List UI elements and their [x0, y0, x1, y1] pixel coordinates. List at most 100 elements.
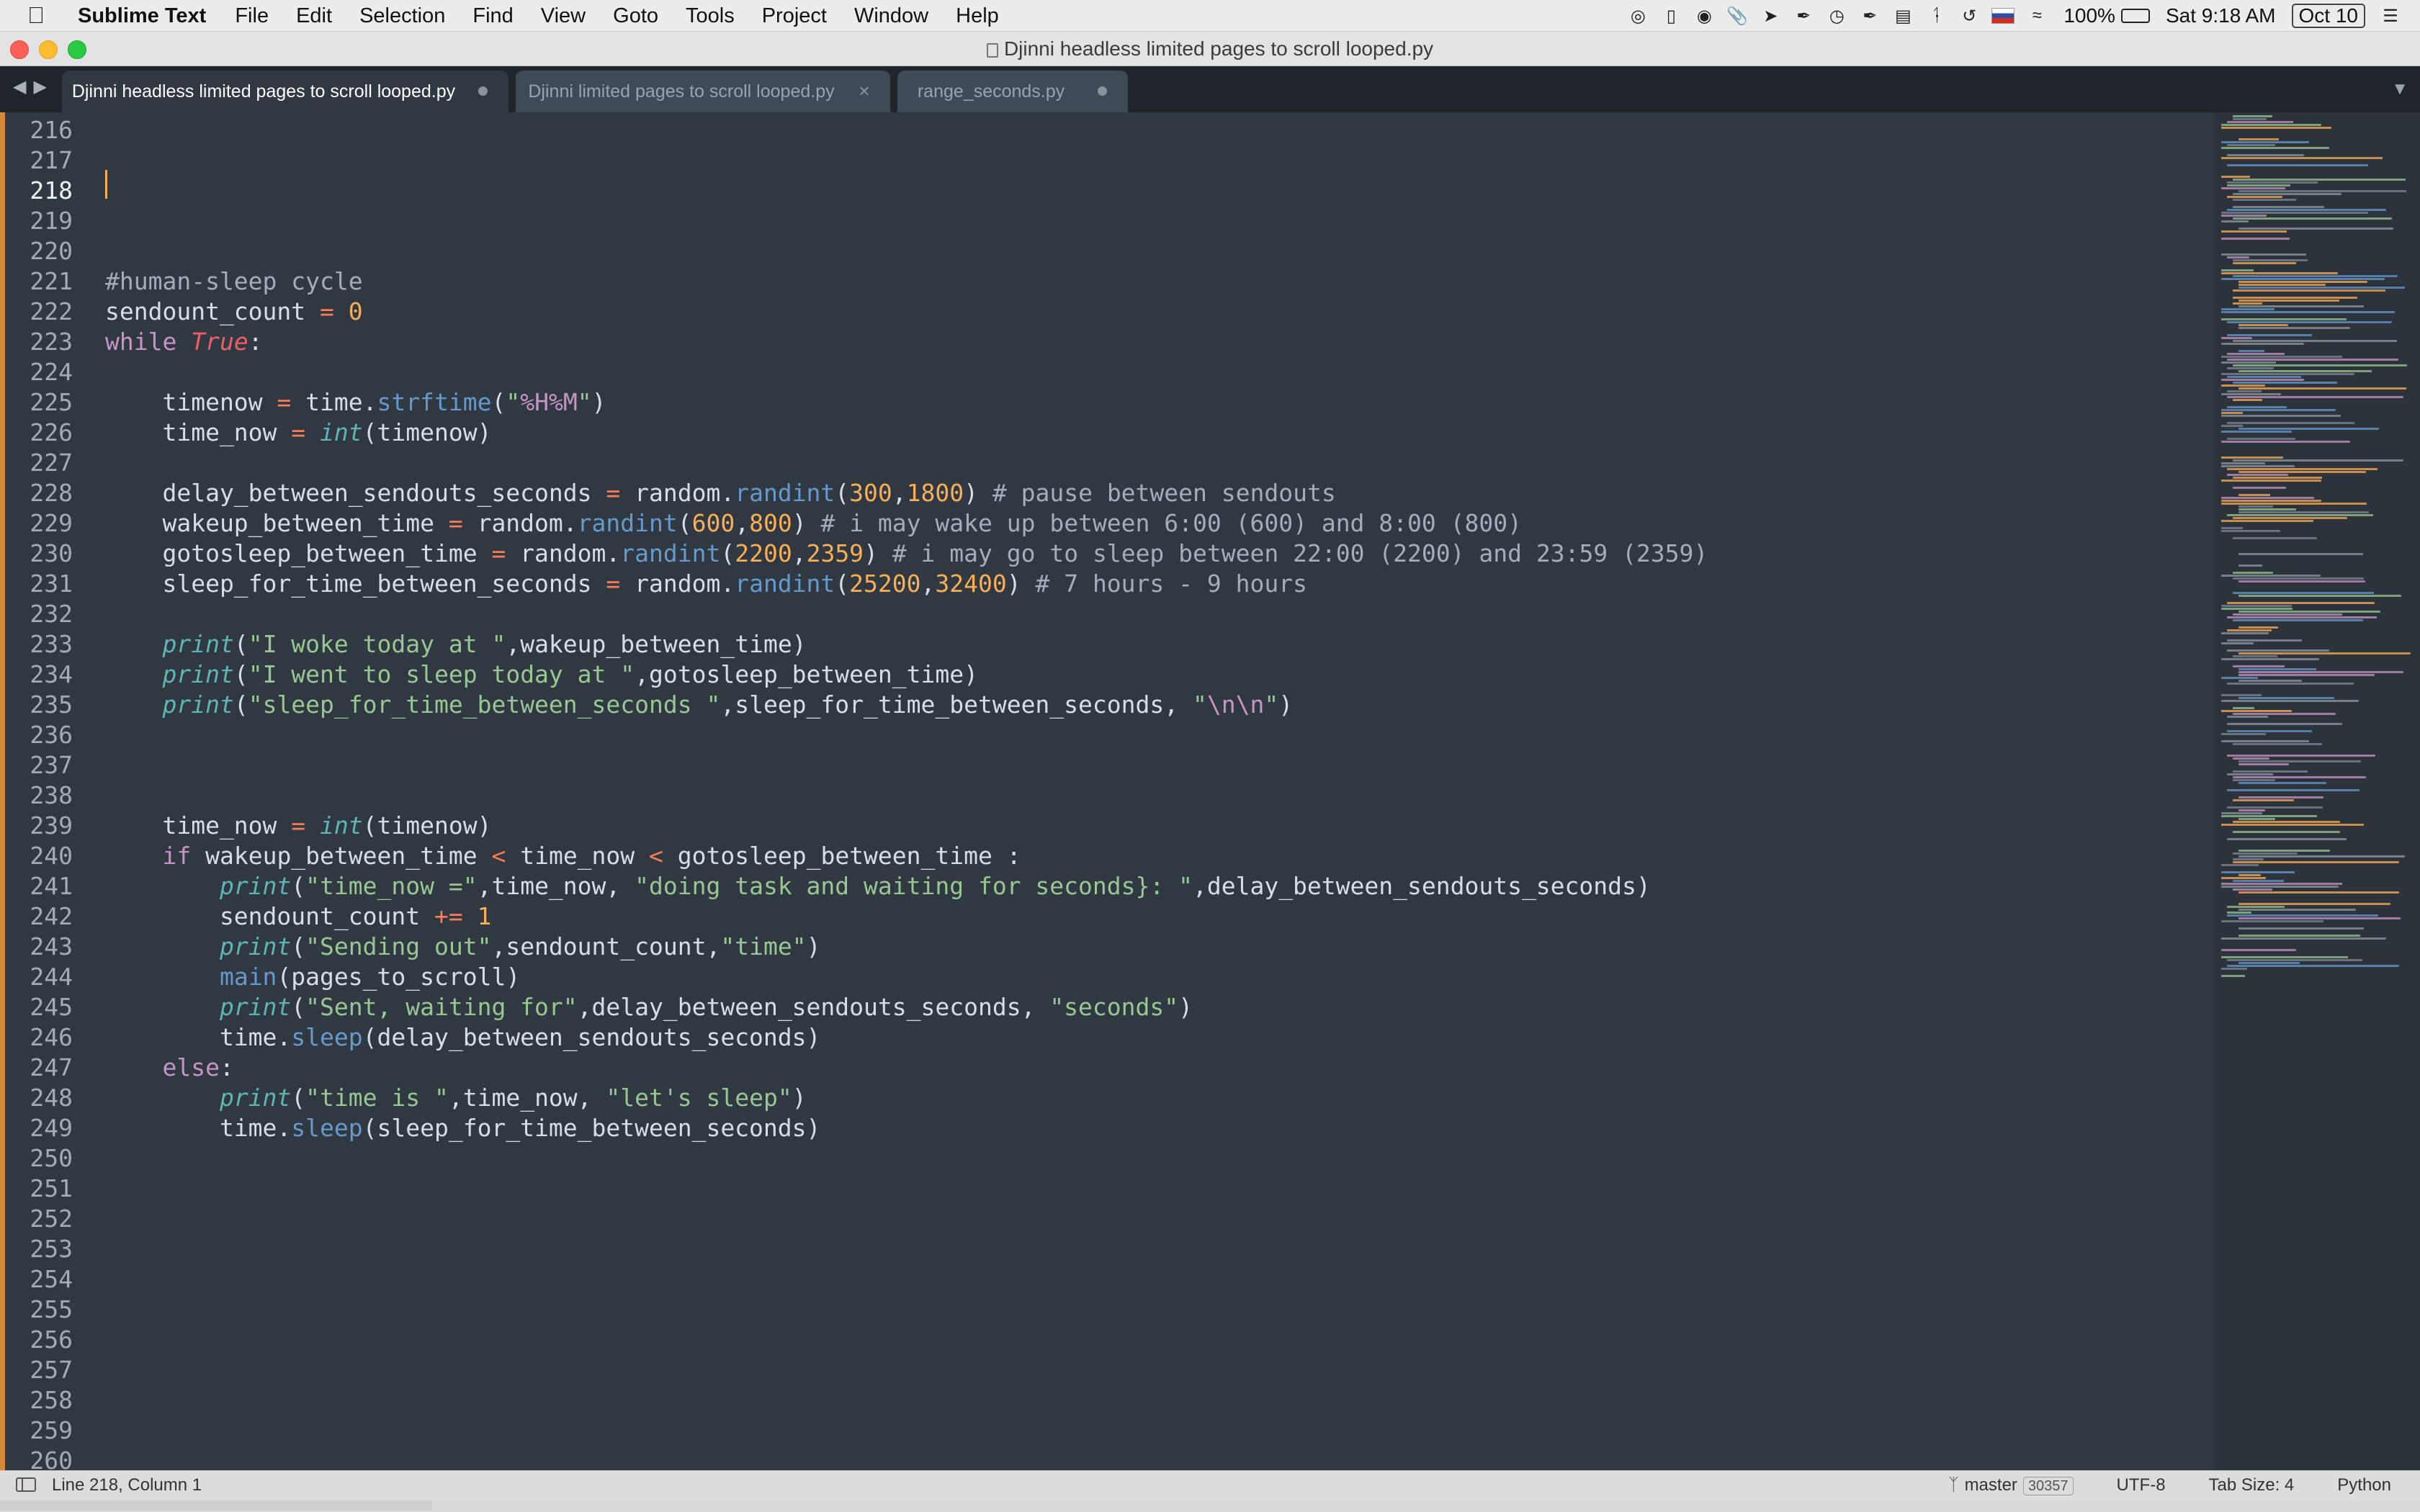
line-number[interactable]: 218 [5, 176, 73, 206]
line-number[interactable]: 236 [5, 720, 73, 750]
line-number[interactable]: 242 [5, 901, 73, 932]
menu-help[interactable]: Help [956, 4, 999, 28]
line-number[interactable]: 249 [5, 1113, 73, 1143]
code-area[interactable]: #human-sleep cycle sendount_count = 0 whil… [105, 112, 2194, 1470]
line-number[interactable]: 222 [5, 297, 73, 327]
line-number[interactable]: 228 [5, 478, 73, 508]
minimap[interactable] [2215, 112, 2420, 1470]
apple-logo-icon[interactable]:  [27, 2, 45, 29]
code-line[interactable]: if wakeup_between_time < time_now < goto… [105, 841, 1021, 871]
menu-tools[interactable]: Tools [686, 4, 735, 28]
menu-app-name[interactable]: Sublime Text [78, 4, 206, 28]
code-editor[interactable]: 216 217 218 219 220 221 222 223 224 225 226 227 228 2… [0, 112, 2420, 1470]
line-number[interactable]: 260 [5, 1446, 73, 1470]
line-number[interactable]: 234 [5, 660, 73, 690]
panel-toggle-icon[interactable] [16, 1477, 36, 1492]
line-number[interactable]: 239 [5, 811, 73, 841]
line-number[interactable]: 219 [5, 206, 73, 236]
line-number[interactable]: 254 [5, 1264, 73, 1295]
line-number[interactable]: 251 [5, 1174, 73, 1204]
code-line[interactable]: print("time is ",time_now, "let's sleep"… [105, 1083, 807, 1113]
line-number[interactable]: 235 [5, 690, 73, 720]
line-number[interactable]: 246 [5, 1022, 73, 1053]
line-number[interactable]: 221 [5, 266, 73, 297]
tab-djinni-headless[interactable]: Djinni headless limited pages to scroll … [62, 71, 508, 112]
line-number[interactable]: 244 [5, 962, 73, 992]
tab-nav-arrows-icon[interactable]: ◀▶ [13, 76, 54, 97]
flag-icon[interactable] [1991, 8, 2015, 24]
menu-view[interactable]: View [541, 4, 586, 28]
code-line[interactable]: sendount_count += 1 [105, 901, 492, 932]
clock-icon[interactable]: ◷ [1826, 5, 1847, 27]
code-line[interactable]: time.sleep(sleep_for_time_between_second… [105, 1113, 820, 1143]
code-line[interactable]: else: [105, 1053, 233, 1083]
code-line[interactable]: sleep_for_time_between_seconds = random.… [105, 569, 1307, 599]
menu-file[interactable]: File [235, 4, 269, 28]
menu-project[interactable]: Project [762, 4, 827, 28]
line-number[interactable]: 224 [5, 357, 73, 387]
menu-goto[interactable]: Goto [613, 4, 658, 28]
code-line[interactable]: print("Sending out",sendount_count,"time… [105, 932, 820, 962]
code-line[interactable]: print("time_now =",time_now, "doing task… [105, 871, 1651, 901]
bluetooth-icon[interactable]: ᛑ [1925, 5, 1947, 27]
code-line[interactable]: while True: [105, 327, 263, 357]
code-line[interactable]: time_now = int(timenow) [105, 418, 491, 448]
menu-edit[interactable]: Edit [296, 4, 332, 28]
pen-alt-icon[interactable]: ✒ [1859, 5, 1881, 27]
time-machine-icon[interactable]: ↺ [1958, 5, 1980, 27]
line-number[interactable]: 245 [5, 992, 73, 1022]
menu-selection[interactable]: Selection [359, 4, 445, 28]
line-number[interactable]: 237 [5, 750, 73, 780]
line-number[interactable]: 231 [5, 569, 73, 599]
code-line[interactable]: print("I went to sleep today at ",gotosl… [105, 660, 977, 690]
syntax-mode[interactable]: Python [2337, 1475, 2391, 1495]
tab-range-seconds[interactable]: range_seconds.py [897, 71, 1128, 112]
cursor-position[interactable]: Line 218, Column 1 [52, 1471, 202, 1500]
tab-size[interactable]: Tab Size: 4 [2209, 1475, 2295, 1495]
line-number[interactable]: 238 [5, 780, 73, 811]
scrollbar-thumb[interactable] [0, 1500, 432, 1511]
pen-icon[interactable]: ✒ [1793, 5, 1814, 27]
line-number[interactable]: 240 [5, 841, 73, 871]
line-number[interactable]: 256 [5, 1325, 73, 1355]
encoding[interactable]: UTF-8 [2117, 1475, 2166, 1495]
battery-icon[interactable] [2120, 9, 2150, 23]
line-number[interactable]: 232 [5, 599, 73, 629]
line-number[interactable]: 227 [5, 448, 73, 478]
line-number[interactable]: 258 [5, 1385, 73, 1416]
compass-icon[interactable]: ➤ [1760, 5, 1781, 27]
code-line[interactable]: print("sleep_for_time_between_seconds ",… [105, 690, 1293, 720]
menu-window[interactable]: Window [854, 4, 928, 28]
line-number[interactable]: 259 [5, 1416, 73, 1446]
line-number[interactable]: 248 [5, 1083, 73, 1113]
code-line[interactable]: delay_between_sendouts_seconds = random.… [105, 478, 1335, 508]
paperclip-icon[interactable]: 📎 [1726, 5, 1748, 27]
line-number[interactable]: 229 [5, 508, 73, 539]
line-number[interactable]: 226 [5, 418, 73, 448]
line-number[interactable]: 216 [5, 115, 73, 145]
menu-bar-date[interactable]: Oct 10 [2291, 4, 2365, 28]
git-branch[interactable]: ᛉ master 30357 [1948, 1475, 2074, 1495]
screen-mirror-icon[interactable]: ◎ [1627, 5, 1649, 27]
line-number[interactable]: 247 [5, 1053, 73, 1083]
phone-icon[interactable]: ▯ [1660, 5, 1682, 27]
tab-overflow-chevron-icon[interactable]: ▼ [2391, 79, 2408, 99]
line-number[interactable]: 225 [5, 387, 73, 418]
line-number[interactable]: 253 [5, 1234, 73, 1264]
notification-center-icon[interactable]: ☰ [2380, 5, 2401, 27]
code-line[interactable]: time.sleep(delay_between_sendouts_second… [105, 1022, 820, 1053]
line-number[interactable]: 257 [5, 1355, 73, 1385]
code-line[interactable]: time_now = int(timenow) [105, 811, 491, 841]
modified-dot-icon[interactable] [472, 81, 493, 101]
code-line[interactable]: wakeup_between_time = random.randint(600… [105, 508, 1522, 539]
line-number[interactable]: 233 [5, 629, 73, 660]
line-number[interactable]: 241 [5, 871, 73, 901]
close-tab-icon[interactable]: × [854, 81, 874, 101]
line-number[interactable]: 220 [5, 236, 73, 266]
line-number[interactable]: 243 [5, 932, 73, 962]
code-line[interactable]: sendount_count = 0 [105, 297, 363, 327]
line-number[interactable]: 252 [5, 1204, 73, 1234]
menu-find[interactable]: Find [472, 4, 513, 28]
horizontal-scrollbar[interactable] [0, 1499, 2420, 1512]
line-number[interactable]: 230 [5, 539, 73, 569]
